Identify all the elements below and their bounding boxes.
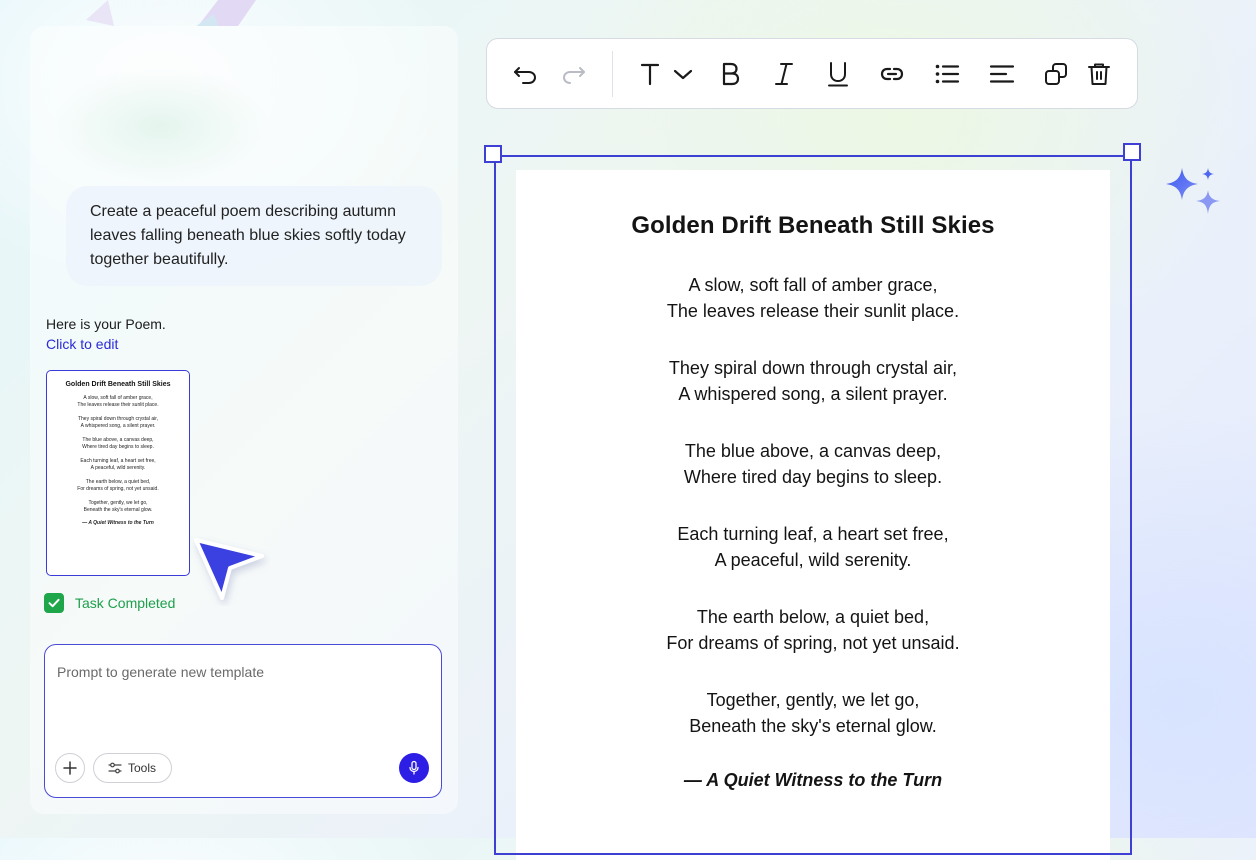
thumbnail-line: Together, gently, we let go, [88,500,148,506]
microphone-icon [409,760,419,775]
resize-handle-top-right[interactable] [1123,143,1141,161]
thumbnail-line: They spiral down through crystal air, [77,416,159,422]
delete-icon [1088,63,1110,85]
italic-icon [775,63,793,85]
duplicate-button[interactable] [1042,60,1070,88]
bold-icon [722,62,740,86]
decorative-blur [50,66,270,186]
thumbnail-line: The blue above, a canvas deep, [82,437,154,443]
thumbnail-line: Each turning leaf, a heart set free, [80,458,156,464]
task-status: Task Completed [44,593,175,613]
thumbnail-line: A slow, soft fall of amber grace, [83,395,153,401]
prompt-input[interactable] [55,663,429,681]
thumbnail-line: The earth below, a quiet bed, [85,479,151,485]
chat-panel: Create a peaceful poem describing autumn… [30,26,458,814]
task-status-label: Task Completed [75,595,176,611]
bulleted-list-icon [935,64,960,84]
underline-icon [828,62,848,87]
underline-button[interactable] [824,60,852,88]
prompt-composer: Tools [44,644,442,798]
link-icon [880,67,904,81]
bulleted-list-button[interactable] [933,60,961,88]
editor-toolbar [486,38,1138,109]
poem-thumbnail-card[interactable]: Golden Drift Beneath Still Skies A slow,… [46,370,190,576]
thumbnail-title: Golden Drift Beneath Still Skies [65,381,171,388]
selection-frame [494,155,1132,855]
undo-icon [514,67,537,84]
text-style-icon [640,63,660,86]
thumbnail-stanza: The earth below, a quiet bed, For dreams … [47,479,189,493]
resize-handle-top-left[interactable] [484,145,502,163]
sparkle-icon [1166,168,1220,214]
thumbnail-stanza: They spiral down through crystal air, A w… [47,416,189,430]
click-to-edit-link[interactable]: Click to edit [46,336,118,352]
thumbnail-signature: — A Quiet Witness to the Turn [82,520,154,526]
cursor-pointer-icon [194,538,264,600]
duplicate-icon [1045,63,1067,85]
sliders-icon [108,762,122,774]
text-style-dropdown[interactable] [669,60,697,88]
text-style-button[interactable] [636,60,664,88]
link-button[interactable] [878,60,906,88]
thumbnail-line: A peaceful, wild serenity. [90,465,146,471]
thumbnail-stanza: Each turning leaf, a heart set free, A pe… [47,458,189,472]
align-left-button[interactable] [988,60,1016,88]
thumbnail-line: Where tired day begins to sleep. [82,444,154,450]
user-message-bubble: Create a peaceful poem describing autumn… [66,186,442,286]
toolbar-divider [612,51,613,97]
check-icon [44,593,64,613]
thumbnail-line: The leaves release their sunlit place. [77,402,159,408]
align-left-icon [989,65,1015,83]
thumbnail-line: A whispered song, a silent prayer. [80,423,156,429]
thumbnail-line: For dreams of spring, not yet unsaid. [77,486,159,492]
thumbnail-stanza: The blue above, a canvas deep, Where tire… [47,437,189,451]
thumbnail-footer [55,568,181,571]
thumbnail-line: Beneath the sky's eternal glow. [83,507,153,513]
italic-button[interactable] [770,60,798,88]
tools-button[interactable]: Tools [93,753,173,783]
redo-icon [562,67,585,84]
bold-button[interactable] [716,60,744,88]
tools-label: Tools [128,761,157,775]
add-button[interactable] [55,753,85,783]
thumbnail-stanza: Together, gently, we let go, Beneath the … [47,500,189,514]
thumbnail-stanza: A slow, soft fall of amber grace, The lea… [47,395,189,409]
microphone-button[interactable] [399,753,429,783]
delete-button[interactable] [1085,60,1113,88]
plus-icon [63,761,77,775]
undo-button[interactable] [511,60,539,88]
assistant-reply-text: Here is your Poem. [46,316,166,332]
redo-button[interactable] [560,60,588,88]
chevron-down-icon [673,69,693,80]
